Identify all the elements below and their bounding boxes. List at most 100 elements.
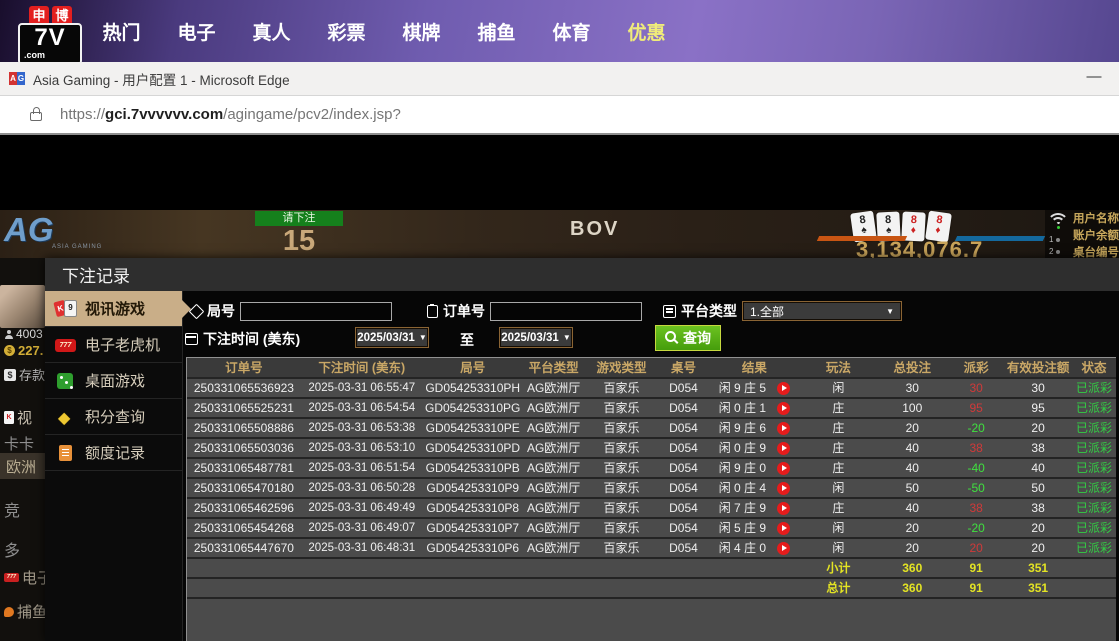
payout-cell: 30	[948, 378, 1004, 398]
nav-item[interactable]: 体育	[534, 18, 609, 45]
bet-time-cell: 2025-03-31 06:50:28	[301, 478, 423, 498]
total-bet-cell: 100	[876, 398, 948, 418]
bg-nav-kaka[interactable]: 卡卡	[4, 433, 34, 454]
bet-time-cell: 2025-03-31 06:48:31	[301, 538, 423, 558]
nav-item[interactable]: 捕鱼	[459, 18, 534, 45]
order-input[interactable]	[490, 302, 642, 321]
total-bet-cell: 20	[876, 538, 948, 558]
lock-icon[interactable]	[30, 112, 42, 121]
play-type-cell: 闲	[800, 478, 876, 498]
date-from-select[interactable]: 2025/03/31▼	[355, 327, 429, 348]
payout-cell: -20	[948, 518, 1004, 538]
status-cell: 已派彩	[1072, 398, 1116, 418]
column-header: 游戏类型	[585, 358, 659, 378]
round-input[interactable]	[240, 302, 392, 321]
replay-video-icon[interactable]	[777, 422, 790, 435]
bov-sign: BOV	[570, 218, 619, 241]
page-stage: AG ASIA GAMING 请下注 15 BOV 8♠ 8♠ 8♦ 8♦ 3,…	[0, 135, 1119, 641]
total-bet-cell: 40	[876, 458, 948, 478]
total-label: 总计	[800, 578, 876, 598]
sidebar-item-label: 额度记录	[85, 442, 145, 463]
replay-video-icon[interactable]	[777, 462, 790, 475]
list-icon	[663, 305, 676, 318]
payout-cell: -20	[948, 418, 1004, 438]
site-logo[interactable]: 申 博 7V .com	[18, 6, 88, 65]
order-number-cell: 250331065447670	[187, 538, 301, 558]
sidebar-item[interactable]: 桌面游戏	[45, 363, 182, 399]
sidebar-item[interactable]: 视讯游戏	[45, 291, 182, 327]
nav-item[interactable]: 电子	[159, 18, 234, 45]
minimize-button[interactable]: —	[1077, 62, 1111, 95]
nav-item[interactable]: 彩票	[309, 18, 384, 45]
sidebar-item[interactable]: 电子老虎机	[45, 327, 182, 363]
bg-nav-slots[interactable]: 777电子	[4, 567, 45, 588]
sidebar-item[interactable]: 积分查询	[45, 399, 182, 435]
game-type-cell: 百家乐	[585, 498, 659, 518]
url-text[interactable]: https://gci.7vvvvvv.com/agingame/pcv2/in…	[60, 106, 401, 123]
deposit-button[interactable]: $存款	[4, 365, 45, 384]
replay-video-icon[interactable]	[777, 382, 790, 395]
bg-nav-multi-table[interactable]: 多	[4, 537, 20, 561]
bg-nav-video-games[interactable]: K视	[4, 407, 32, 428]
nav-item[interactable]: 优惠	[609, 18, 684, 45]
platform-cell: AG欧洲厅	[523, 438, 585, 458]
platform-cell: AG欧洲厅	[523, 478, 585, 498]
round-label: 局号	[207, 301, 235, 321]
valid-bet-cell: 38	[1004, 438, 1072, 458]
url-domain: gci.7vvvvvv.com	[105, 106, 223, 123]
nav-item[interactable]: 棋牌	[384, 18, 459, 45]
order-number-cell: 250331065454268	[187, 518, 301, 538]
bg-nav-jingmi[interactable]: 竞	[4, 497, 20, 521]
game-type-cell: 百家乐	[585, 378, 659, 398]
replay-video-icon[interactable]	[777, 502, 790, 515]
sidebar-item[interactable]: 额度记录	[45, 435, 182, 471]
replay-video-icon[interactable]	[777, 482, 790, 495]
round-id-cell: GD054253310PB	[423, 458, 523, 478]
table-row: 2503310655369232025-03-31 06:55:47GD0542…	[187, 379, 1116, 399]
bet-time-cell: 2025-03-31 06:54:54	[301, 398, 423, 418]
table-number-cell: D054	[659, 518, 709, 538]
play-type-cell: 闲	[800, 378, 876, 398]
balance-label: 账户余额	[1073, 228, 1119, 245]
result-cell: 闲 9 庄 6	[708, 418, 800, 438]
wallet-balance: $227.	[4, 343, 43, 358]
site-top-bar: 申 博 7V .com 热门电子真人彩票棋牌捕鱼体育优惠	[0, 0, 1119, 62]
url-scheme: https://	[60, 106, 105, 123]
replay-video-icon[interactable]	[777, 442, 790, 455]
username-label: 用户名称	[1073, 211, 1119, 228]
window-title: Asia Gaming - 用户配置 1 - Microsoft Edge	[33, 69, 290, 89]
round-id-cell: GD054253310PG	[423, 398, 523, 418]
play-type-cell: 庄	[800, 438, 876, 458]
nav-item[interactable]: 热门	[84, 18, 159, 45]
url-path: /agingame/pcv2/index.jsp?	[223, 106, 401, 123]
bg-nav-europe-hall[interactable]: 欧洲	[0, 453, 45, 479]
result-text: 闲 0 庄 4	[719, 478, 766, 498]
chevron-down-icon: ▼	[419, 333, 427, 342]
replay-video-icon[interactable]	[777, 522, 790, 535]
search-button[interactable]: 查询	[655, 325, 721, 351]
platform-selected-value: 1.全部	[750, 303, 784, 320]
bet-banner-label: 请下注	[255, 211, 343, 226]
replay-video-icon[interactable]	[777, 402, 790, 415]
date-to-select[interactable]: 2025/03/31▼	[499, 327, 573, 348]
game-type-cell: 百家乐	[585, 478, 659, 498]
ag-watermark-subtext: ASIA GAMING	[52, 244, 102, 250]
address-bar[interactable]: https://gci.7vvvvvv.com/agingame/pcv2/in…	[0, 96, 1119, 135]
table-number-cell: D054	[659, 378, 709, 398]
nav-item[interactable]: 真人	[234, 18, 309, 45]
table-number-cell: D054	[659, 498, 709, 518]
play-type-cell: 闲	[800, 518, 876, 538]
avatar[interactable]	[0, 285, 45, 328]
result-text: 闲 0 庄 9	[719, 438, 766, 458]
valid-bet-cell: 20	[1004, 418, 1072, 438]
payout-cell: 38	[948, 498, 1004, 518]
order-number-cell: 250331065462596	[187, 498, 301, 518]
platform-select[interactable]: 1.全部▼	[742, 301, 902, 321]
total-row: 总计 360 91 351	[187, 579, 1116, 599]
replay-video-icon[interactable]	[777, 542, 790, 555]
dice-icon	[54, 371, 78, 391]
bg-nav-fishing[interactable]: 捕鱼	[4, 601, 45, 622]
result-cell: 闲 0 庄 9	[708, 438, 800, 458]
status-cell: 已派彩	[1072, 418, 1116, 438]
valid-bet-cell: 40	[1004, 458, 1072, 478]
